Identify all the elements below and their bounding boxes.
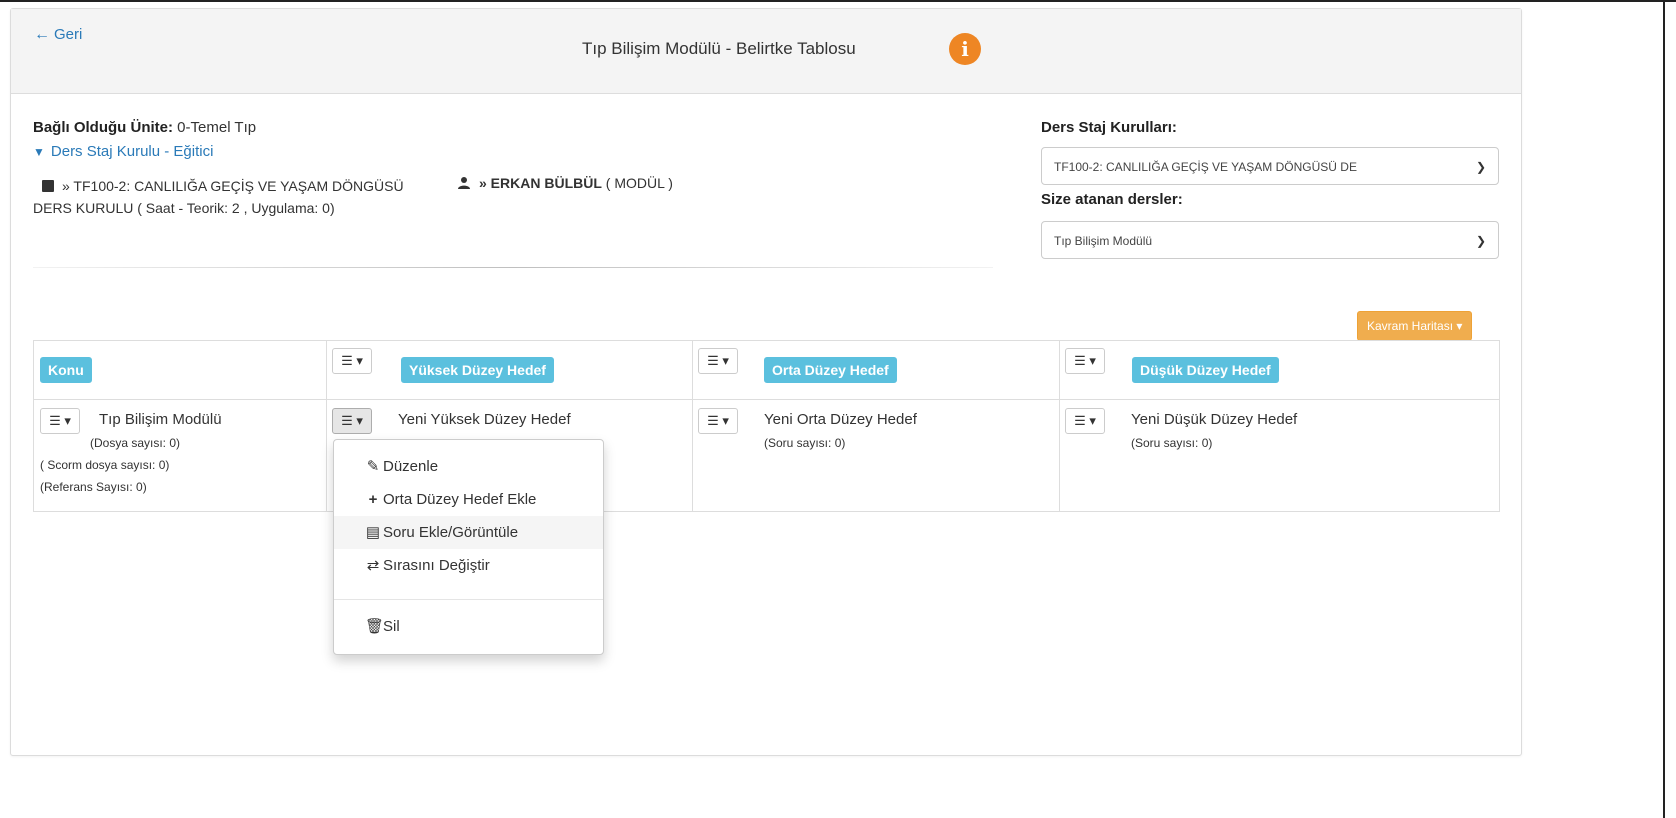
menu-item-label: Sırasını Değiştir bbox=[383, 557, 490, 574]
swap-icon: ⇄ bbox=[366, 557, 380, 574]
menu-item-label: Sil bbox=[383, 618, 400, 635]
yuksek-title: Yeni Yüksek Düzey Hedef bbox=[398, 411, 571, 428]
panel-header: ← Geri Tıp Bilişim Modülü - Belirtke Tabl… bbox=[11, 9, 1521, 94]
course-info: » TF100-2: CANLILIĞA GEÇİŞ VE YAŞAM DÖNG… bbox=[33, 175, 433, 219]
collapse-label: Ders Staj Kurulu - Eğitici bbox=[50, 143, 214, 160]
trash-icon: 🗑 bbox=[365, 618, 385, 635]
course-hours: ( Saat - Teorik: 2 , Uygulama: 0) bbox=[137, 200, 335, 216]
menu-item-orta-ekle[interactable]: + Orta Düzey Hedef Ekle bbox=[334, 483, 603, 516]
back-link[interactable]: ← Geri bbox=[34, 26, 82, 44]
divider bbox=[33, 267, 993, 268]
unit-line: Bağlı Olduğu Ünite: 0-Temel Tıp bbox=[33, 119, 256, 136]
menu-item-soru-ekle[interactable]: ▤ Soru Ekle/Görüntüle bbox=[334, 516, 603, 549]
yuksek-header-menu-button[interactable]: ☰ ▾ bbox=[332, 348, 372, 374]
unit-value: 0-Temel Tıp bbox=[177, 119, 257, 136]
menu-item-label: Düzenle bbox=[383, 458, 439, 475]
menu-item-duzenle[interactable]: ✎ Düzenle bbox=[334, 450, 603, 483]
info-icon[interactable]: i bbox=[949, 33, 981, 65]
person-info: » ERKAN BÜLBÜL ( MODÜL ) bbox=[457, 175, 673, 191]
dersler-value: Tıp Bilişim Modülü bbox=[1054, 234, 1153, 248]
row-actions-menu: ✎ Düzenle + Orta Düzey Hedef Ekle ▤ Soru Ek… bbox=[333, 439, 604, 655]
column-divider bbox=[1059, 341, 1060, 511]
user-icon bbox=[458, 177, 470, 189]
person-name: » ERKAN BÜLBÜL bbox=[479, 175, 602, 191]
person-role: ( MODÜL ) bbox=[605, 175, 673, 191]
dersler-select[interactable]: Tıp Bilişim Modülü ❯ bbox=[1041, 221, 1499, 259]
dusuk-soru: (Soru sayısı: 0) bbox=[1131, 436, 1213, 450]
unit-label: Bağlı Olduğu Ünite: bbox=[33, 119, 173, 136]
back-label: Geri bbox=[54, 26, 83, 43]
header-dusuk: Düşük Düzey Hedef bbox=[1132, 357, 1279, 383]
header-orta: Orta Düzey Hedef bbox=[764, 357, 897, 383]
orta-soru: (Soru sayısı: 0) bbox=[764, 436, 846, 450]
konu-dosya: (Dosya sayısı: 0) bbox=[90, 436, 181, 450]
collapse-toggle[interactable]: ▼ Ders Staj Kurulu - Eğitici bbox=[33, 143, 213, 160]
orta-title: Yeni Orta Düzey Hedef bbox=[764, 411, 917, 428]
pencil-icon: ✎ bbox=[366, 458, 380, 475]
chevron-down-icon: ▼ bbox=[33, 145, 45, 159]
dusuk-title: Yeni Düşük Düzey Hedef bbox=[1131, 411, 1298, 428]
main-panel: ← Geri Tıp Bilişim Modülü - Belirtke Tabl… bbox=[10, 8, 1522, 756]
orta-header-menu-button[interactable]: ☰ ▾ bbox=[698, 348, 738, 374]
kurullar-label: Ders Staj Kurulları: bbox=[1041, 119, 1177, 136]
belirtke-table: Konu ☰ ▾ Yüksek Düzey Hedef ☰ ▾ Orta Düz… bbox=[33, 340, 1500, 512]
book-icon bbox=[42, 180, 54, 192]
dersler-label: Size atanan dersler: bbox=[1041, 191, 1183, 208]
header-yuksek: Yüksek Düzey Hedef bbox=[401, 357, 554, 383]
kurullar-select[interactable]: TF100-2: CANLILIĞA GEÇİŞ VE YAŞAM DÖNGÜS… bbox=[1041, 147, 1499, 185]
orta-menu-button[interactable]: ☰ ▾ bbox=[698, 408, 738, 434]
plus-icon: + bbox=[368, 491, 378, 508]
window-frame-right bbox=[1663, 0, 1665, 818]
chevron-down-icon: ❯ bbox=[1475, 160, 1486, 174]
row-divider bbox=[34, 399, 1499, 400]
window-frame-top bbox=[0, 0, 1676, 2]
list-icon: ▤ bbox=[365, 524, 381, 541]
konu-referans: (Referans Sayısı: 0) bbox=[40, 480, 147, 494]
dusuk-header-menu-button[interactable]: ☰ ▾ bbox=[1065, 348, 1105, 374]
menu-item-sil[interactable]: 🗑Sil bbox=[334, 610, 603, 643]
menu-item-label: Soru Ekle/Görüntüle bbox=[383, 524, 519, 541]
kavram-haritasi-button[interactable]: Kavram Haritası ▾ bbox=[1357, 311, 1473, 341]
column-divider bbox=[692, 341, 693, 511]
dusuk-menu-button[interactable]: ☰ ▾ bbox=[1065, 408, 1105, 434]
kurullar-value: TF100-2: CANLILIĞA GEÇİŞ VE YAŞAM DÖNGÜS… bbox=[1054, 160, 1357, 174]
konu-scorm: ( Scorm dosya sayısı: 0) bbox=[40, 458, 170, 472]
page-title: Tıp Bilişim Modülü - Belirtke Tablosu bbox=[582, 39, 856, 58]
arrow-left-icon: ← bbox=[34, 26, 50, 43]
konu-title: Tıp Bilişim Modülü bbox=[99, 411, 222, 428]
menu-item-label: Orta Düzey Hedef Ekle bbox=[383, 491, 537, 508]
yuksek-menu-button[interactable]: ☰ ▾ bbox=[332, 408, 372, 434]
header-konu: Konu bbox=[40, 357, 92, 383]
menu-divider bbox=[334, 599, 603, 600]
column-divider bbox=[326, 341, 327, 511]
konu-menu-button[interactable]: ☰ ▾ bbox=[40, 408, 80, 434]
menu-item-sira-degistir[interactable]: ⇄ Sırasını Değiştir bbox=[334, 549, 603, 582]
chevron-down-icon: ❯ bbox=[1475, 234, 1486, 248]
